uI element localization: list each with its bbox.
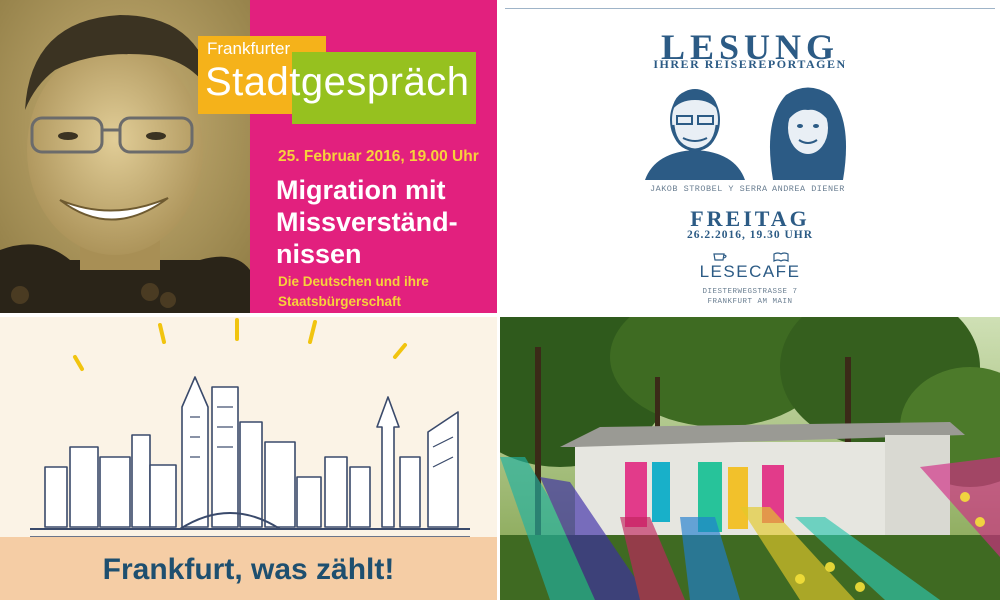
person-name-1: JAKOB STROBEL Y SERRA [650, 184, 768, 194]
book-icon [773, 252, 789, 262]
garden-house-photo [500, 317, 1000, 600]
person-name-2: ANDREA DIENER [772, 184, 845, 194]
lesung-poster: LESUNG IHRER REISEREPORTAGEN JAKOB STROB… [500, 0, 1000, 313]
top-rule [505, 8, 995, 9]
event-datetime: 26.2.2016, 19.30 UHR [686, 229, 814, 241]
venue-name: LESECAFE [699, 262, 801, 281]
portrait-man-illustration [645, 89, 745, 180]
skyline-illustration [30, 318, 470, 538]
slogan-text: Frankfurt, was zählt! [102, 553, 395, 586]
lesung-subtitle: IHRER REISEREPORTAGEN [653, 57, 847, 71]
house-illustration [500, 317, 1000, 600]
event-subtitle: Die Deutschen und ihre Staatsbürgerschaf… [278, 274, 429, 309]
teacup-icon [713, 253, 727, 261]
stadtgespraech-poster: Frankfurter Stadtgespräch 25. Februar 20… [0, 0, 497, 313]
sun-rays [73, 318, 407, 371]
event-date: 25. Februar 2016, 19.00 Uhr [278, 148, 479, 165]
event-heading: Migration mit Missverständ- nissen [276, 175, 458, 269]
portrait-woman-illustration [769, 87, 847, 180]
venue-city: FRANKFURT AM MAIN [707, 298, 793, 306]
brand-title: Stadtgespräch [205, 60, 470, 104]
frankfurt-skyline-poster: Frankfurt, was zählt! [0, 317, 497, 600]
brand-small: Frankfurter [207, 39, 291, 58]
venue-street: DIESTERWEGSTRASSE 7 [702, 288, 798, 296]
